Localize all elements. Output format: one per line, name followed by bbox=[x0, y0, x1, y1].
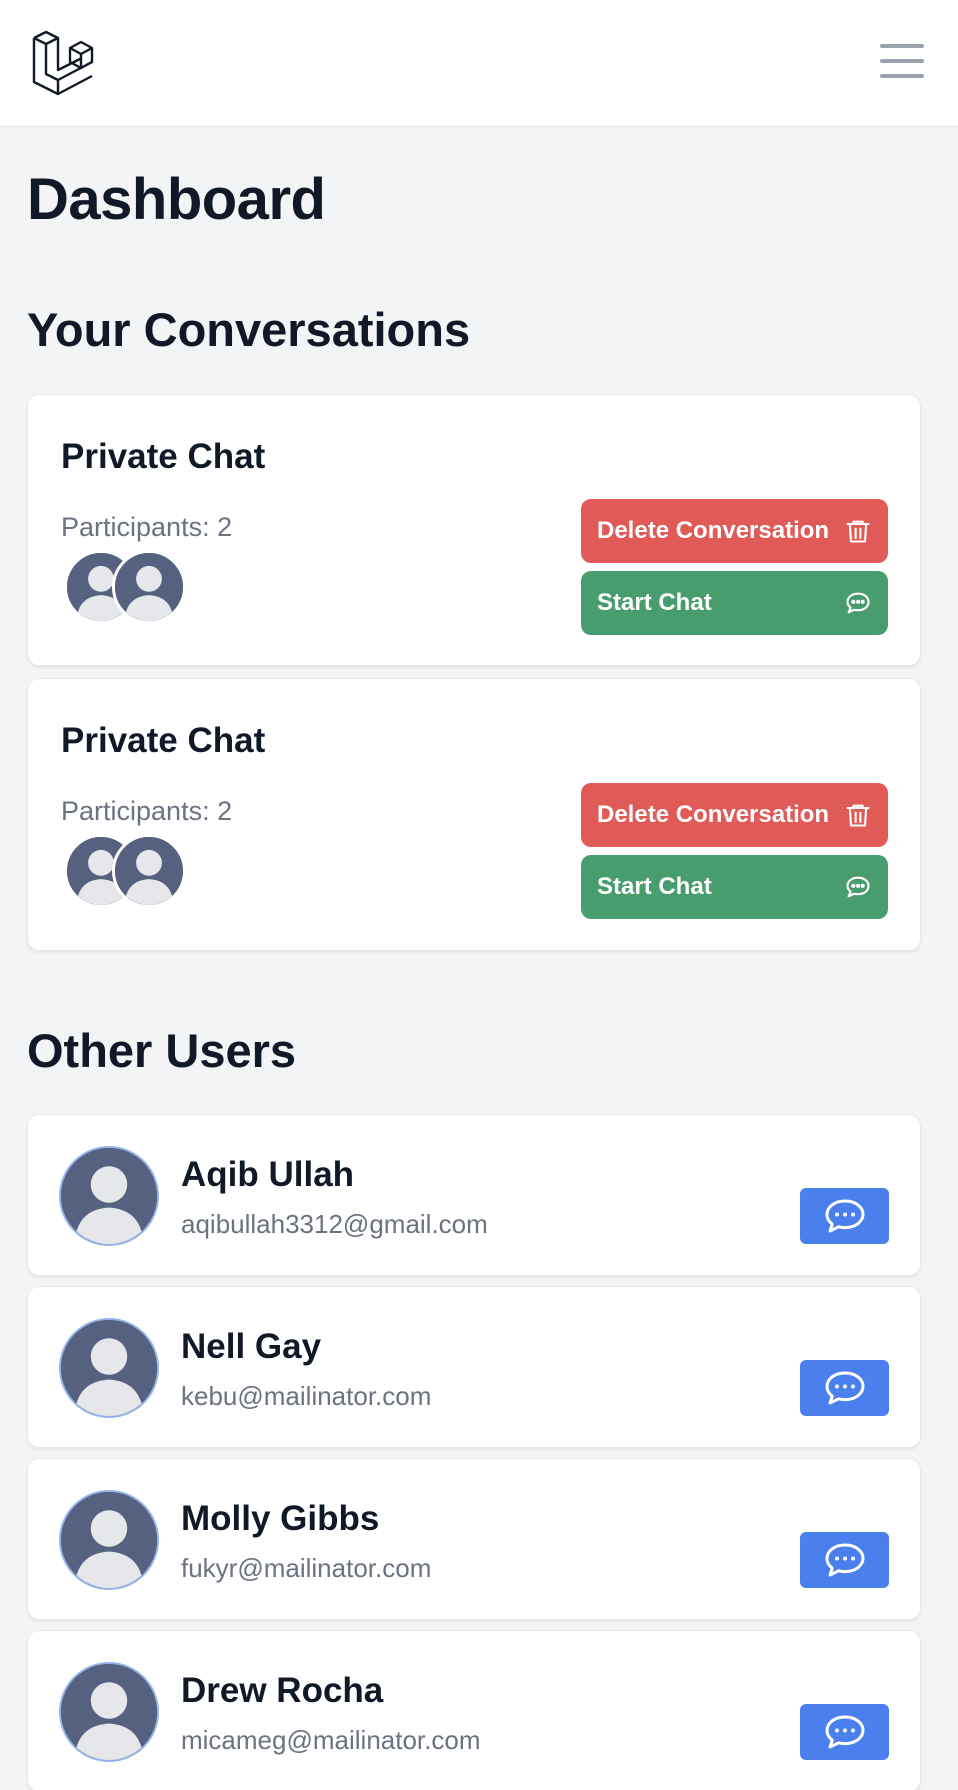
user-email: aqibullah3312@gmail.com bbox=[181, 1209, 488, 1239]
message-user-button[interactable] bbox=[800, 1704, 889, 1760]
user-silhouette-icon bbox=[61, 1148, 157, 1244]
conversation-card: Private Chat Participants: 2 Delete Conv… bbox=[27, 678, 921, 951]
user-email: kebu@mailinator.com bbox=[181, 1381, 432, 1411]
start-chat-button[interactable]: Start Chat bbox=[581, 571, 888, 635]
user-email: fukyr@mailinator.com bbox=[181, 1553, 432, 1583]
conversation-card: Private Chat Participants: 2 Delete Conv… bbox=[27, 394, 921, 666]
participant-avatars bbox=[64, 834, 194, 910]
start-chat-label: Start Chat bbox=[597, 589, 712, 616]
avatar bbox=[59, 1490, 159, 1590]
avatar bbox=[59, 1662, 159, 1762]
delete-conversation-button[interactable]: Delete Conversation bbox=[581, 499, 888, 563]
chat-bubble-icon bbox=[825, 1715, 864, 1749]
chat-bubble-icon bbox=[825, 1199, 864, 1233]
user-name: Nell Gay bbox=[181, 1327, 322, 1366]
conversation-title: Private Chat bbox=[61, 721, 266, 760]
avatar bbox=[112, 550, 186, 624]
user-silhouette-icon bbox=[115, 837, 183, 905]
chat-bubble-icon bbox=[825, 1543, 864, 1577]
delete-conversation-button[interactable]: Delete Conversation bbox=[581, 783, 888, 847]
chat-bubble-icon bbox=[846, 592, 870, 614]
trash-icon bbox=[846, 520, 870, 543]
avatar bbox=[59, 1146, 159, 1246]
chat-bubble-icon bbox=[846, 876, 870, 898]
participants-count: Participants: 2 bbox=[61, 512, 233, 542]
delete-conversation-label: Delete Conversation bbox=[597, 517, 830, 544]
conversations-heading: Your Conversations bbox=[27, 303, 471, 356]
participant-avatars bbox=[64, 550, 194, 626]
user-email: micameg@mailinator.com bbox=[181, 1725, 481, 1755]
delete-conversation-label: Delete Conversation bbox=[597, 801, 830, 828]
message-user-button[interactable] bbox=[800, 1532, 889, 1588]
hamburger-menu-icon[interactable] bbox=[880, 44, 924, 84]
user-name: Aqib Ullah bbox=[181, 1155, 355, 1194]
user-card: Aqib Ullah aqibullah3312@gmail.com bbox=[27, 1114, 921, 1276]
other-users-heading: Other Users bbox=[27, 1024, 297, 1077]
chat-bubble-icon bbox=[825, 1371, 864, 1405]
user-card: Molly Gibbs fukyr@mailinator.com bbox=[27, 1458, 921, 1620]
avatar bbox=[112, 834, 186, 908]
user-card: Nell Gay kebu@mailinator.com bbox=[27, 1286, 921, 1448]
user-card: Drew Rocha micameg@mailinator.com bbox=[27, 1630, 921, 1790]
message-user-button[interactable] bbox=[800, 1360, 889, 1416]
user-name: Molly Gibbs bbox=[181, 1499, 380, 1538]
user-silhouette-icon bbox=[61, 1492, 157, 1588]
start-chat-button[interactable]: Start Chat bbox=[581, 855, 888, 919]
laravel-logo-icon[interactable] bbox=[30, 30, 96, 96]
participants-count: Participants: 2 bbox=[61, 796, 233, 826]
avatar bbox=[59, 1318, 159, 1418]
message-user-button[interactable] bbox=[800, 1188, 889, 1244]
trash-icon bbox=[846, 804, 870, 827]
user-name: Drew Rocha bbox=[181, 1671, 384, 1710]
user-silhouette-icon bbox=[61, 1320, 157, 1416]
user-silhouette-icon bbox=[115, 553, 183, 621]
user-silhouette-icon bbox=[61, 1664, 157, 1760]
conversation-title: Private Chat bbox=[61, 437, 266, 476]
page-title: Dashboard bbox=[27, 167, 326, 232]
top-navbar bbox=[0, 0, 958, 127]
start-chat-label: Start Chat bbox=[597, 873, 712, 900]
